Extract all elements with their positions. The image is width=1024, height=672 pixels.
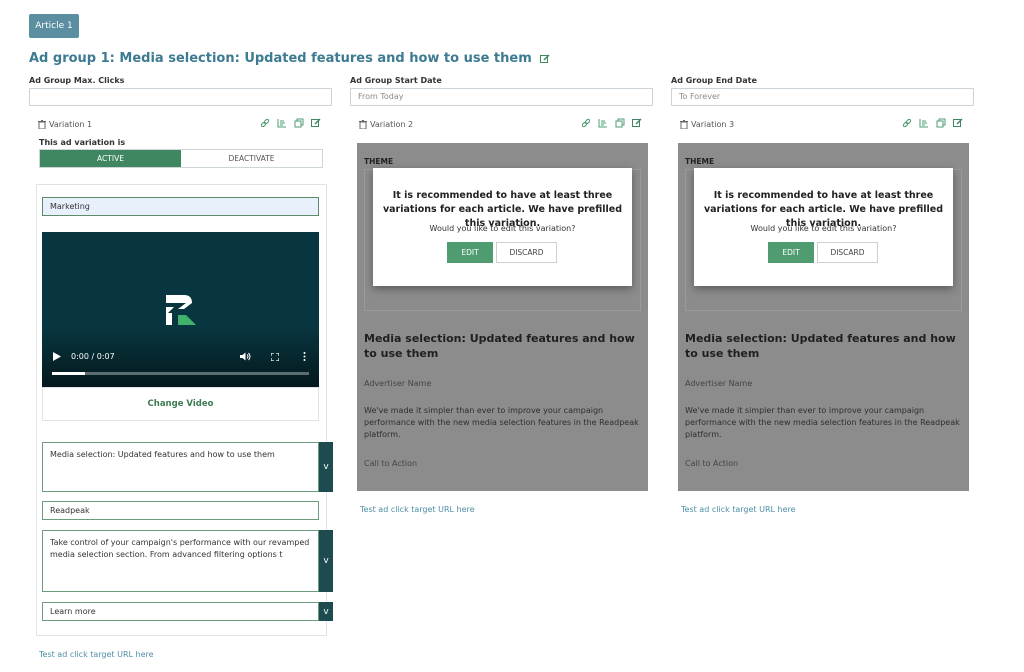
variation-3-preview: THEME Media selection: Updated features … [678,143,969,491]
preview-advertiser: Advertiser Name [364,379,432,388]
preview-body: We've made it simpler than ever to impro… [364,406,639,439]
video-player[interactable]: 0:00 / 0:07 [42,232,319,387]
more-options-icon[interactable] [303,352,306,361]
discard-button[interactable]: DISCARD [496,242,557,263]
copy-icon[interactable] [615,118,625,128]
edit-icon[interactable] [311,118,321,128]
tab-article-1[interactable]: Article 1 [29,14,79,38]
test-link-3[interactable]: Test ad click target URL here [681,505,796,514]
video-progress-fill [52,372,86,375]
variation-3-header: Variation 3 [680,118,963,130]
variation-2-preview: THEME Media selection: Updated features … [357,143,648,491]
status-toggle: ACTIVE DEACTIVATE [39,149,323,168]
volume-icon[interactable] [240,352,251,361]
test-link-2[interactable]: Test ad click target URL here [360,505,475,514]
preview-advertiser: Advertiser Name [685,379,753,388]
theme-input[interactable]: Marketing [42,197,319,216]
link-icon[interactable] [902,118,912,128]
body-expand-button[interactable]: v [319,530,333,592]
stats-icon[interactable] [277,118,287,128]
edit-icon[interactable] [953,118,963,128]
copy-icon[interactable] [936,118,946,128]
modal-question: Would you like to edit this variation? [750,224,897,233]
copy-icon[interactable] [294,118,304,128]
edit-button[interactable]: EDIT [768,242,814,263]
theme-label: THEME [364,157,394,166]
advertiser-input[interactable]: Readpeak [42,501,319,520]
edit-title-icon[interactable] [539,54,550,64]
trash-icon[interactable] [359,119,367,129]
edit-button[interactable]: EDIT [447,242,493,263]
start-date-input[interactable]: From Today [350,88,653,106]
link-icon[interactable] [581,118,591,128]
discard-button[interactable]: DISCARD [817,242,878,263]
end-date-input[interactable]: To Forever [671,88,974,106]
prefill-modal: It is recommended to have at least three… [694,168,953,286]
variation-1-label: Variation 1 [49,119,93,129]
variation-2-tools [581,118,642,128]
ad-group-title-text: Ad group 1: Media selection: Updated fea… [29,51,532,66]
preview-cta: Call to Action [364,459,418,468]
variation-status-label: This ad variation is [39,138,126,147]
video-time: 0:00 / 0:07 [71,352,115,361]
variation-3-label: Variation 3 [691,119,735,129]
variation-2-header: Variation 2 [359,118,642,130]
headline-textarea[interactable]: Media selection: Updated features and ho… [42,442,319,492]
variation-1-header: Variation 1 [38,118,321,130]
stats-icon[interactable] [919,118,929,128]
video-progress-track[interactable] [52,372,309,375]
active-button[interactable]: ACTIVE [40,150,181,167]
max-clicks-label: Ad Group Max. Clicks [29,76,125,85]
preview-ad-title: Media selection: Updated features and ho… [364,332,635,360]
ad-group-title: Ad group 1: Media selection: Updated fea… [29,51,550,66]
modal-question: Would you like to edit this variation? [429,224,576,233]
link-icon[interactable] [260,118,270,128]
prefill-modal: It is recommended to have at least three… [373,168,632,286]
play-icon[interactable] [53,352,61,361]
preview-ad-title: Media selection: Updated features and ho… [685,332,956,360]
edit-icon[interactable] [632,118,642,128]
stats-icon[interactable] [598,118,608,128]
trash-icon[interactable] [38,119,46,129]
cta-select[interactable]: Learn more [42,602,319,621]
body-textarea[interactable]: Take control of your campaign's performa… [42,530,319,592]
cta-dropdown-button[interactable]: v [319,602,333,621]
preview-cta: Call to Action [685,459,739,468]
max-clicks-input[interactable] [29,88,332,106]
fullscreen-icon[interactable] [271,353,279,361]
end-date-label: Ad Group End Date [671,76,757,85]
trash-icon[interactable] [680,119,688,129]
variation-2-label: Variation 2 [370,119,414,129]
start-date-label: Ad Group Start Date [350,76,442,85]
deactivate-button[interactable]: DEACTIVATE [181,150,322,167]
test-link-1[interactable]: Test ad click target URL here [39,650,154,659]
readpeak-logo-icon [166,295,196,325]
theme-label: THEME [685,157,715,166]
change-video-button[interactable]: Change Video [42,387,319,421]
preview-body: We've made it simpler than ever to impro… [685,406,960,439]
variation-1-tools [260,118,321,128]
headline-expand-button[interactable]: v [319,442,333,492]
variation-3-tools [902,118,963,128]
